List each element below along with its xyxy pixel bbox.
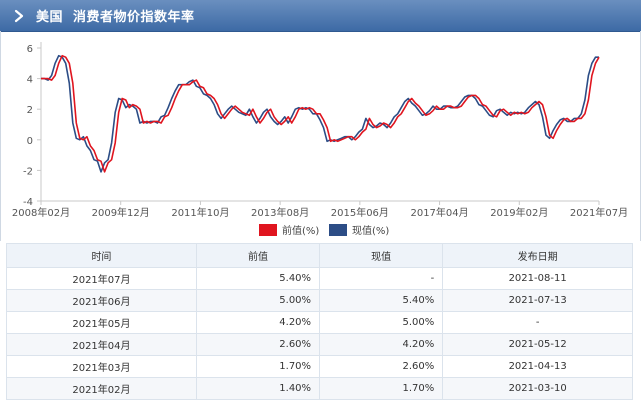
cell-release-date: 2021-08-11: [442, 267, 633, 290]
legend-swatch-current: [329, 224, 347, 236]
cell-previous: 5.00%: [195, 289, 321, 312]
cell-previous: 4.20%: [195, 311, 321, 334]
header-current[interactable]: 现值: [319, 243, 444, 268]
cell-current: -: [319, 267, 444, 290]
x-tick-label: 2013年08月: [251, 206, 309, 219]
table-row: 2021年02月 1.40% 1.70% 2021-03-10: [6, 377, 633, 400]
table-row: 2021年06月 5.00% 5.40% 2021-07-13: [6, 289, 633, 312]
chevron-right-icon[interactable]: [12, 9, 26, 23]
y-axis: -4 -2 0 2 4 6: [23, 42, 42, 208]
series-lines: [41, 54, 600, 173]
cell-current: 1.70%: [319, 377, 444, 400]
table-row: 2021年04月 2.60% 4.20% 2021-05-12: [6, 333, 633, 356]
cell-previous: 5.40%: [195, 267, 321, 290]
chart-legend: 前值(%) 现值(%): [259, 224, 389, 237]
cell-current: 2.60%: [319, 355, 444, 378]
table-row: 2021年05月 4.20% 5.00% -: [6, 311, 633, 334]
x-tick-label: 2021年07月: [570, 206, 628, 219]
x-tick-label: 2019年02月: [490, 206, 548, 219]
cpi-line-chart: -4 -2 0 2 4 6 2008年02月 2009年12月 2011年10月 2013年08…: [12, 42, 628, 237]
cell-release-date: 2021-04-13: [442, 355, 633, 378]
y-tick-label: 2: [27, 105, 33, 116]
header-time[interactable]: 时间: [6, 243, 197, 268]
cell-time: 2021年07月: [6, 267, 197, 290]
x-tick-label: 2009年12月: [92, 206, 150, 219]
legend-label-current: 现值(%): [352, 224, 389, 237]
x-tick-label: 2008年02月: [12, 206, 70, 219]
cell-time: 2021年06月: [6, 289, 197, 312]
cell-previous: 1.40%: [195, 377, 321, 400]
page-title: 美国 消费者物价指数年率: [36, 10, 195, 25]
table-header-row: 时间 前值 现值 发布日期: [6, 243, 633, 268]
cell-previous: 2.60%: [195, 333, 321, 356]
cell-time: 2021年02月: [6, 377, 197, 400]
table-row: 2021年03月 1.70% 2.60% 2021-04-13: [6, 355, 633, 378]
cell-time: 2021年03月: [6, 355, 197, 378]
y-tick-label: 0: [27, 136, 33, 147]
cell-release-date: -: [442, 311, 633, 334]
y-tick-label: 6: [27, 44, 33, 55]
y-tick-label: 4: [27, 75, 33, 86]
x-axis: 2008年02月 2009年12月 2011年10月 2013年08月 2015年06月…: [12, 200, 628, 219]
legend-label-previous: 前值(%): [282, 224, 319, 237]
cell-release-date: 2021-03-10: [442, 377, 633, 400]
y-tick-label: -2: [23, 166, 33, 177]
cell-release-date: 2021-05-12: [442, 333, 633, 356]
panel-header: 美国 消费者物价指数年率: [0, 0, 641, 32]
x-tick-label: 2015年06月: [331, 206, 389, 219]
x-tick-label: 2011年10月: [171, 206, 229, 219]
y-tick-label: -4: [23, 197, 33, 208]
x-tick-label: 2017年04月: [410, 206, 468, 219]
legend-swatch-previous: [259, 224, 277, 236]
chart-container: -4 -2 0 2 4 6 2008年02月 2009年12月 2011年10月 2013年08…: [0, 31, 641, 241]
cell-release-date: 2021-07-13: [442, 289, 633, 312]
header-release-date[interactable]: 发布日期: [442, 243, 633, 268]
cell-time: 2021年04月: [6, 333, 197, 356]
cell-current: 4.20%: [319, 333, 444, 356]
cell-current: 5.40%: [319, 289, 444, 312]
table-row: 2021年07月 5.40% - 2021-08-11: [6, 267, 633, 290]
cpi-table: 时间 前值 现值 发布日期 2021年07月 5.40% - 2021-08-1…: [6, 243, 633, 400]
cell-previous: 1.70%: [195, 355, 321, 378]
cell-time: 2021年05月: [6, 311, 197, 334]
cell-current: 5.00%: [319, 311, 444, 334]
header-previous[interactable]: 前值: [195, 243, 321, 268]
